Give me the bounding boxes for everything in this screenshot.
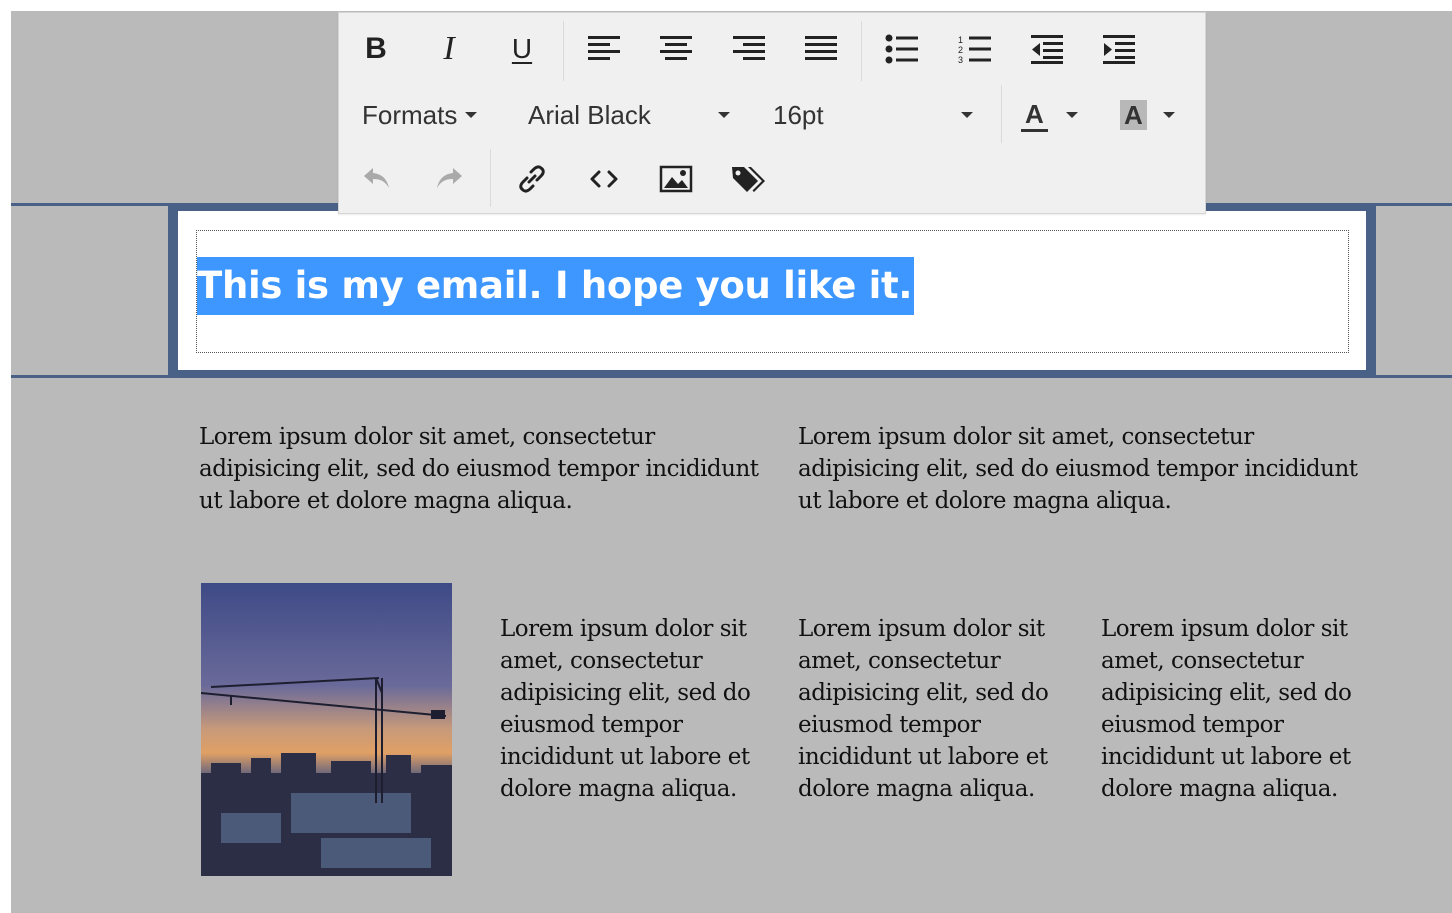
indent-icon — [1103, 35, 1135, 64]
align-right-icon — [733, 36, 765, 60]
header-block[interactable]: This is my email. I hope you like it. — [168, 203, 1376, 378]
insert-link-button[interactable] — [512, 159, 552, 199]
toolbar-separator — [1001, 85, 1002, 143]
indent-button[interactable] — [1099, 29, 1139, 69]
align-center-icon — [660, 36, 692, 60]
background-color-icon: A — [1120, 100, 1147, 130]
numbered-list-button[interactable]: 123 — [955, 29, 995, 69]
toolbar-row-formatting: B I U 123 — [339, 19, 1205, 83]
chevron-down-icon — [465, 112, 478, 118]
svg-text:1: 1 — [958, 35, 963, 45]
numbered-list-icon: 123 — [958, 35, 991, 64]
header-editable-region[interactable]: This is my email. I hope you like it. — [196, 230, 1349, 353]
chevron-down-icon — [1065, 112, 1078, 118]
outdent-button[interactable] — [1027, 29, 1067, 69]
formats-dropdown[interactable]: Formats — [362, 97, 492, 133]
insert-tags-button[interactable] — [728, 159, 768, 199]
toolbar-row-insert — [339, 149, 1205, 213]
paragraph-left[interactable]: Lorem ipsum dolor sit amet, consectetur … — [199, 421, 759, 517]
svg-text:3: 3 — [958, 55, 963, 64]
underline-icon: U — [511, 33, 533, 64]
italic-icon: I — [443, 30, 455, 67]
toolbar-separator — [861, 21, 862, 81]
chevron-down-icon — [961, 112, 973, 118]
text-color-icon: A — [1021, 99, 1048, 132]
header-inner: This is my email. I hope you like it. — [178, 211, 1366, 370]
chevron-down-icon — [718, 112, 730, 118]
align-center-button[interactable] — [656, 29, 696, 69]
tags-icon — [732, 167, 765, 192]
svg-text:2: 2 — [958, 45, 963, 55]
column-text-2[interactable]: Lorem ipsum dolor sit amet, consectetur … — [798, 613, 1056, 805]
image-photo — [201, 583, 452, 876]
formats-label: Formats — [362, 99, 458, 130]
construction-crane-photo[interactable] — [201, 583, 452, 876]
toolbar-separator — [563, 21, 564, 81]
bold-icon: B — [365, 32, 387, 65]
source-code-icon — [590, 170, 618, 188]
align-right-button[interactable] — [729, 29, 769, 69]
bullet-list-icon — [885, 34, 918, 64]
bold-button[interactable]: B — [356, 29, 396, 69]
underline-button[interactable]: U — [502, 29, 542, 69]
editor-toolbar: B I U 123 Formats Arial Black 16pt A A — [338, 12, 1206, 214]
italic-button[interactable]: I — [429, 29, 469, 69]
font-size-select[interactable]: 16pt — [773, 97, 983, 133]
redo-button[interactable] — [429, 159, 469, 199]
font-family-select[interactable]: Arial Black — [528, 97, 738, 133]
align-justify-icon — [805, 36, 837, 60]
column-text-1[interactable]: Lorem ipsum dolor sit amet, consectetur … — [500, 613, 758, 805]
image-icon — [659, 165, 693, 193]
font-size-value: 16pt — [773, 99, 824, 130]
toolbar-row-fonts: Formats Arial Black 16pt A A — [339, 83, 1205, 147]
background-color-picker[interactable]: A — [1120, 97, 1200, 133]
toolbar-separator — [490, 149, 491, 207]
undo-icon — [364, 168, 389, 188]
link-icon — [519, 165, 545, 193]
source-code-button[interactable] — [584, 159, 624, 199]
undo-button[interactable] — [357, 159, 397, 199]
bullet-list-button[interactable] — [882, 29, 922, 69]
header-text-selected[interactable]: This is my email. I hope you like it. — [197, 257, 915, 315]
align-justify-button[interactable] — [801, 29, 841, 69]
column-text-3[interactable]: Lorem ipsum dolor sit amet, consectetur … — [1101, 613, 1359, 805]
chevron-down-icon — [1162, 112, 1175, 118]
align-left-icon — [588, 36, 620, 60]
redo-icon — [437, 168, 462, 188]
outdent-icon — [1031, 35, 1063, 64]
insert-image-button[interactable] — [656, 159, 696, 199]
align-left-button[interactable] — [584, 29, 624, 69]
text-color-picker[interactable]: A — [1021, 97, 1101, 133]
paragraph-right[interactable]: Lorem ipsum dolor sit amet, consectetur … — [798, 421, 1358, 517]
font-family-value: Arial Black — [528, 99, 651, 130]
